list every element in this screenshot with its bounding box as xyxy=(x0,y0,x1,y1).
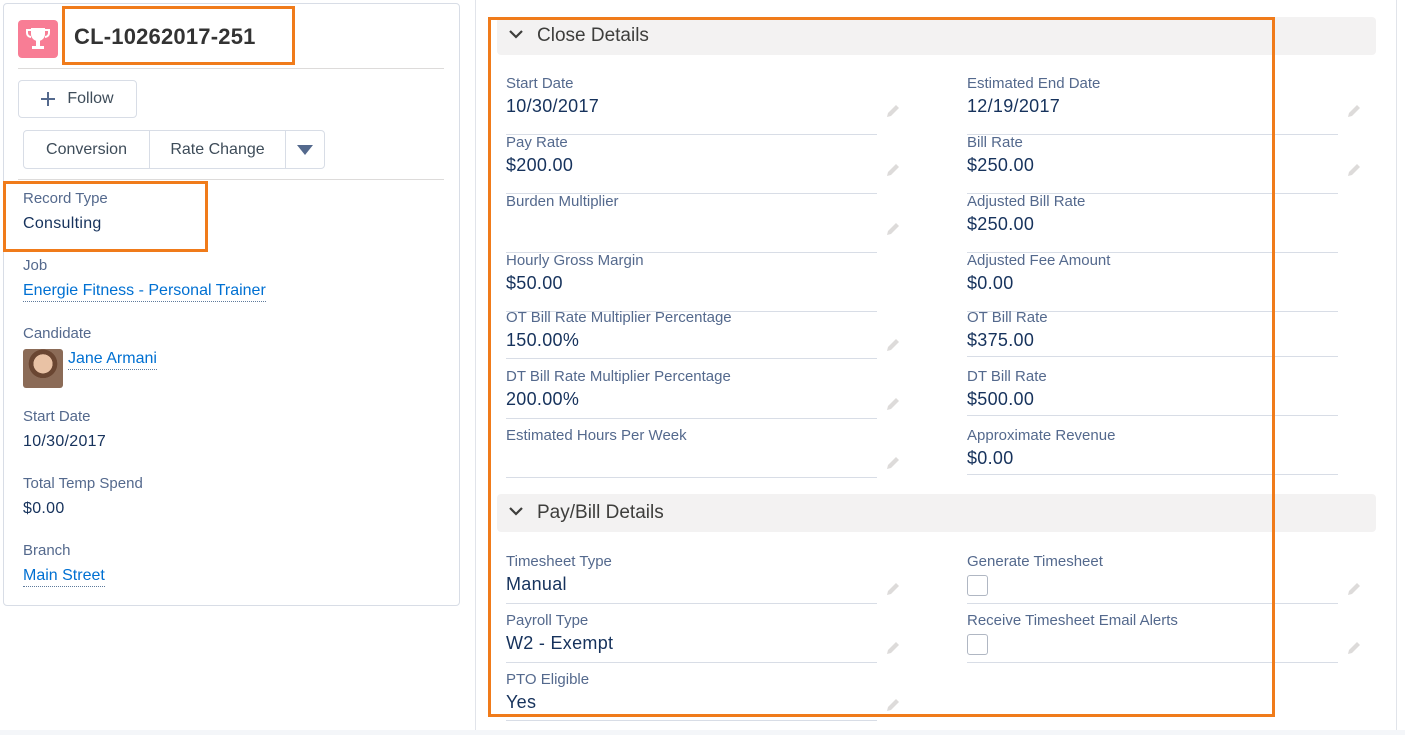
branch-link[interactable]: Main Street xyxy=(23,567,105,587)
action-button-group: Conversion Rate Change xyxy=(23,130,325,169)
total-temp-spend-label: Total Temp Spend xyxy=(23,475,143,492)
panel-divider xyxy=(475,0,476,735)
job-label: Job xyxy=(23,257,48,274)
start-date-label: Start Date xyxy=(23,408,91,425)
edit-pencil-icon[interactable] xyxy=(1346,581,1362,597)
total-temp-spend-value: $0.00 xyxy=(23,500,65,517)
record-type-highlight xyxy=(3,181,208,252)
page-bottom-edge xyxy=(0,730,1405,735)
candidate-link[interactable]: Jane Armani xyxy=(68,350,157,370)
edit-pencil-icon[interactable] xyxy=(1346,103,1362,119)
plus-icon xyxy=(41,92,56,106)
follow-button[interactable]: Follow xyxy=(18,80,137,118)
branch-label: Branch xyxy=(23,542,71,559)
rate-change-button-label: Rate Change xyxy=(170,140,265,158)
candidate-avatar xyxy=(23,349,63,388)
actions-divider xyxy=(18,179,444,180)
record-title-highlight xyxy=(62,6,295,65)
job-link[interactable]: Energie Fitness - Personal Trainer xyxy=(23,282,266,302)
trophy-icon xyxy=(26,28,50,49)
more-actions-button[interactable] xyxy=(286,131,324,168)
header-divider xyxy=(18,68,444,69)
start-date-value: 10/30/2017 xyxy=(23,433,107,450)
edit-pencil-icon[interactable] xyxy=(1346,640,1362,656)
details-highlight xyxy=(488,17,1275,717)
edit-pencil-icon[interactable] xyxy=(1346,162,1362,178)
rate-change-button[interactable]: Rate Change xyxy=(150,131,286,168)
candidate-label: Candidate xyxy=(23,325,92,342)
caret-down-icon xyxy=(297,144,313,155)
record-type-icon xyxy=(18,20,58,58)
follow-button-label: Follow xyxy=(67,90,114,107)
conversion-button[interactable]: Conversion xyxy=(24,131,150,168)
panel-right-edge xyxy=(1396,0,1397,735)
conversion-button-label: Conversion xyxy=(46,140,127,158)
